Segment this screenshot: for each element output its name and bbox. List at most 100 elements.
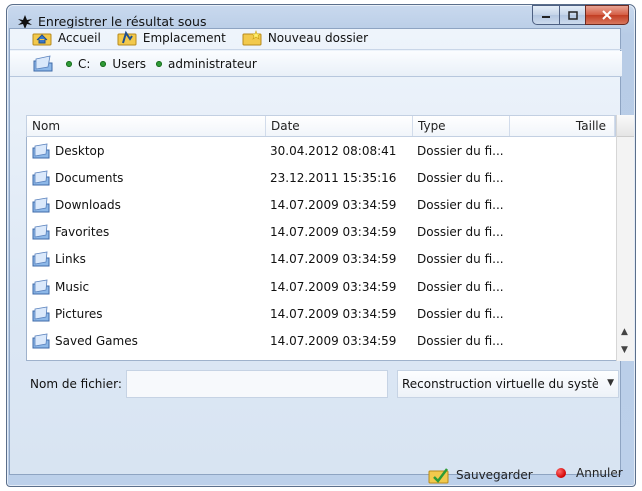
file-name-cell: Music xyxy=(26,273,265,300)
file-row[interactable]: Favorites 14.07.2009 03:34:59 Dossier du f… xyxy=(26,219,616,246)
close-button[interactable] xyxy=(585,5,629,25)
scroll-down-icon[interactable]: ▼ xyxy=(621,345,628,355)
close-icon xyxy=(602,10,612,20)
toolbar: Accueil Emplacement Nouveau dossier xyxy=(10,26,622,50)
list-scrollbar[interactable]: ▲ ▼ xyxy=(616,115,634,361)
file-row[interactable]: Desktop 30.04.2012 08:08:41 Dossier du fi.… xyxy=(26,137,616,164)
folder-icon xyxy=(32,251,50,267)
file-type-value: Reconstruction virtuelle du système xyxy=(402,377,598,391)
file-date: 23.12.2011 15:35:16 xyxy=(270,170,397,185)
file-name-cell: Favorites xyxy=(26,219,265,246)
save-label: Sauvegarder xyxy=(456,468,533,482)
file-type: Dossier du fi... xyxy=(417,170,504,185)
file-name-cell: Desktop xyxy=(26,137,265,164)
file-name: Desktop xyxy=(55,143,105,158)
file-name: Favorites xyxy=(55,225,110,240)
folder-icon xyxy=(32,279,50,295)
green-dot-icon xyxy=(156,60,163,67)
file-name-cell: Saved Games xyxy=(26,327,265,354)
file-size xyxy=(509,327,616,354)
minimize-button[interactable] xyxy=(532,5,559,25)
file-name-cell: Pictures xyxy=(26,300,265,327)
save-button[interactable]: Sauvegarder xyxy=(428,466,533,484)
new-folder-button[interactable]: Nouveau dossier xyxy=(242,29,369,46)
location-button[interactable]: Emplacement xyxy=(117,30,226,46)
location-label: Emplacement xyxy=(142,30,226,45)
file-name-cell: Downloads xyxy=(26,191,265,218)
file-name: Music xyxy=(55,279,90,294)
scroll-up-icon[interactable]: ▲ xyxy=(621,327,628,337)
file-name: Links xyxy=(55,252,86,267)
file-date: 14.07.2009 03:34:59 xyxy=(270,279,397,294)
file-date: 30.04.2012 08:08:41 xyxy=(270,143,397,158)
file-type: Dossier du fi... xyxy=(417,143,504,158)
file-row[interactable]: Documents 23.12.2011 15:35:16 Dossier du f… xyxy=(26,164,616,191)
folder-root-icon[interactable] xyxy=(32,54,54,73)
folder-icon xyxy=(32,333,50,349)
file-name: Downloads xyxy=(55,197,121,212)
file-row[interactable]: Pictures 14.07.2009 03:34:59 Dossier du fi… xyxy=(26,300,616,327)
breadcrumb-administrateur[interactable]: administrateur xyxy=(156,57,257,71)
save-folder-icon xyxy=(428,468,449,484)
home-button[interactable]: Accueil xyxy=(32,30,101,46)
breadcrumb-label: administrateur xyxy=(168,56,257,71)
new-folder-label: Nouveau dossier xyxy=(267,30,369,45)
cancel-button[interactable]: Annuler xyxy=(556,466,623,480)
file-row[interactable]: Saved Games 14.07.2009 03:34:59 Dossier du… xyxy=(26,327,616,354)
file-name-cell: Links xyxy=(26,246,265,273)
path-breadcrumb: C: Users administrateur xyxy=(10,51,622,77)
file-type: Dossier du fi... xyxy=(417,306,504,321)
column-header-size[interactable]: Taille xyxy=(510,116,615,136)
new-folder-icon xyxy=(242,29,262,45)
file-size xyxy=(509,191,616,218)
folder-icon xyxy=(32,306,50,322)
filename-label: Nom de fichier: xyxy=(30,377,122,391)
dropdown-arrow-icon: ▼ xyxy=(607,378,614,388)
column-header-type[interactable]: Type xyxy=(413,116,510,136)
window-controls xyxy=(532,5,629,25)
folder-icon xyxy=(32,224,50,240)
file-type: Dossier du fi... xyxy=(417,225,504,240)
column-header-name[interactable]: Nom xyxy=(27,116,266,136)
folder-icon xyxy=(32,143,50,159)
file-date: 14.07.2009 03:34:59 xyxy=(270,306,397,321)
scrollbar-header-cap xyxy=(617,115,634,137)
green-dot-icon xyxy=(66,60,72,67)
file-name: Pictures xyxy=(55,306,103,321)
green-dot-icon xyxy=(100,60,107,67)
file-row[interactable]: Music 14.07.2009 03:34:59 Dossier du fi... xyxy=(26,273,616,300)
file-size xyxy=(509,246,616,273)
file-type: Dossier du fi... xyxy=(417,279,504,294)
breadcrumb-label: Users xyxy=(112,56,147,71)
file-name: Documents xyxy=(55,170,124,185)
cancel-icon xyxy=(556,468,566,478)
filename-input[interactable] xyxy=(126,370,388,398)
file-size xyxy=(509,273,616,300)
file-name-cell: Documents xyxy=(26,164,265,191)
folder-icon xyxy=(32,197,50,213)
file-date: 14.07.2009 03:34:59 xyxy=(270,197,397,212)
file-date: 14.07.2009 03:34:59 xyxy=(270,252,397,267)
column-header-date[interactable]: Date xyxy=(266,116,413,136)
file-row[interactable]: Downloads 14.07.2009 03:34:59 Dossier du f… xyxy=(26,191,616,218)
home-folder-icon xyxy=(32,33,52,45)
file-date: 14.07.2009 03:34:59 xyxy=(270,333,397,348)
file-type: Dossier du fi... xyxy=(417,333,504,348)
file-date: 14.07.2009 03:34:59 xyxy=(270,225,397,240)
file-rows: Desktop 30.04.2012 08:08:41 Dossier du fi.… xyxy=(26,137,616,355)
maximize-button[interactable] xyxy=(559,5,585,25)
file-type-select[interactable]: Reconstruction virtuelle du système ▼ xyxy=(397,370,619,398)
breadcrumb-drive[interactable]: C: xyxy=(66,57,90,71)
location-folder-icon xyxy=(117,30,137,45)
home-label: Accueil xyxy=(58,30,101,45)
file-size xyxy=(509,137,616,164)
breadcrumb-users[interactable]: Users xyxy=(100,57,146,71)
cancel-label: Annuler xyxy=(576,466,623,480)
file-name: Saved Games xyxy=(55,333,138,348)
file-size xyxy=(509,219,616,246)
list-header: Nom Date Type Taille xyxy=(26,115,616,137)
file-size xyxy=(509,164,616,191)
maximize-icon xyxy=(567,10,578,20)
folder-icon xyxy=(32,170,50,186)
file-row[interactable]: Links 14.07.2009 03:34:59 Dossier du fi... xyxy=(26,246,616,273)
